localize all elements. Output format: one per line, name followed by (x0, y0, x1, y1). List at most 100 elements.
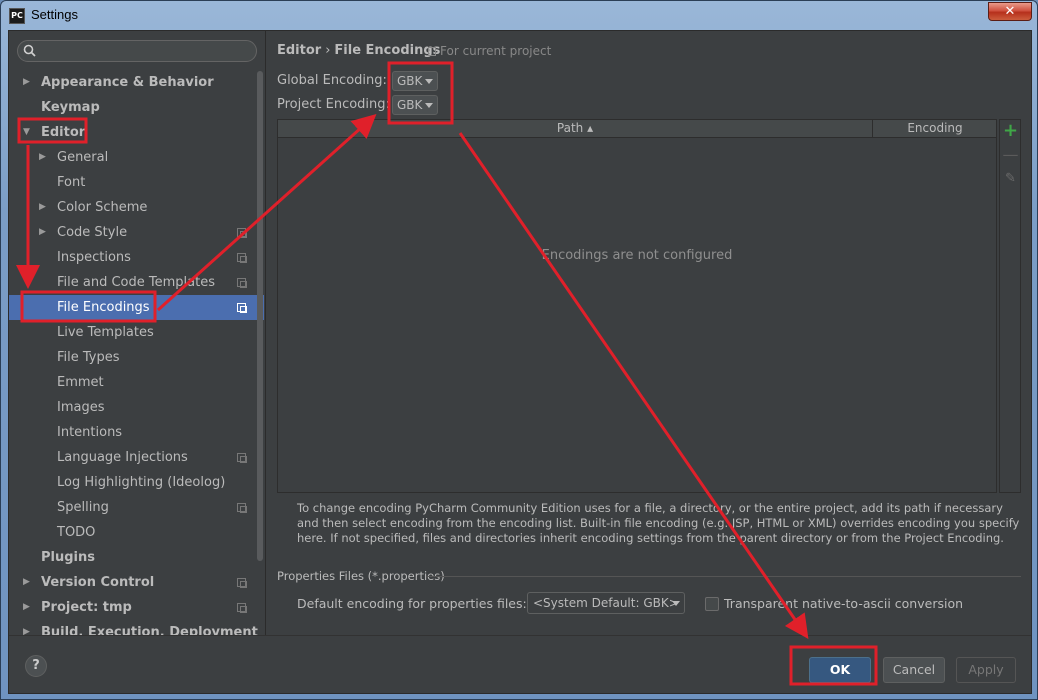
sidebar-item-label: Keymap (41, 100, 100, 115)
breadcrumb-separator: › (325, 43, 331, 58)
encoding-description: To change encoding PyCharm Community Edi… (297, 501, 1020, 545)
global-encoding-value: GBK (397, 74, 423, 88)
sidebar-item-label: Plugins (41, 550, 95, 565)
encodings-table[interactable]: Path ▴ Encoding Encodings are not config… (277, 119, 997, 493)
chevron-down-icon (672, 601, 680, 606)
apply-button[interactable]: Apply (956, 657, 1016, 683)
sidebar-item-label: Build, Execution, Deployment (41, 625, 258, 635)
collapsed-arrow-icon[interactable]: ▶ (23, 595, 33, 620)
sidebar-item-spelling[interactable]: Spelling (9, 495, 264, 520)
sidebar-item-label: Emmet (57, 375, 104, 390)
table-header: Path ▴ Encoding (278, 120, 996, 138)
close-button[interactable]: ✕ (988, 2, 1032, 21)
sidebar-item-label: File Types (57, 350, 120, 365)
sidebar-item-file-encodings[interactable]: File Encodings (9, 295, 264, 320)
sidebar-item-log-highlighting-ideolog[interactable]: Log Highlighting (Ideolog) (9, 470, 264, 495)
default-props-encoding-value: <System Default: GBK> (533, 596, 679, 610)
sidebar-item-label: File Encodings (57, 300, 150, 315)
sidebar-item-language-injections[interactable]: Language Injections (9, 445, 264, 470)
sidebar-item-label: Live Templates (57, 325, 154, 340)
sidebar-scrollbar[interactable] (257, 71, 263, 561)
sidebar-item-live-templates[interactable]: Live Templates (9, 320, 264, 345)
collapsed-arrow-icon[interactable]: ▶ (23, 570, 33, 595)
global-encoding-combo[interactable]: GBK (392, 71, 438, 91)
global-encoding-label: Global Encoding: (277, 73, 387, 88)
sidebar-item-label: Color Scheme (57, 200, 148, 215)
sidebar-item-file-and-code-templates[interactable]: File and Code Templates (9, 270, 264, 295)
column-header-encoding[interactable]: Encoding (874, 120, 996, 138)
project-encoding-combo[interactable]: GBK (392, 95, 438, 115)
sidebar-item-images[interactable]: Images (9, 395, 264, 420)
section-divider (426, 576, 1021, 577)
breadcrumb-current: File Encodings (334, 43, 441, 58)
sidebar-item-appearance-behavior[interactable]: ▶ Appearance & Behavior (9, 70, 264, 95)
project-encoding-label: Project Encoding: (277, 97, 390, 112)
sidebar-item-build-execution-deployment[interactable]: ▶ Build, Execution, Deployment (9, 620, 264, 635)
sidebar-item-label: Appearance & Behavior (41, 75, 214, 90)
sidebar-item-label: TODO (57, 525, 96, 540)
collapsed-arrow-icon[interactable]: ▶ (39, 220, 49, 245)
sidebar-item-label: Editor (41, 125, 86, 140)
sidebar-item-editor[interactable]: ▼ Editor (9, 120, 264, 145)
title-bar[interactable]: PC Settings ✕ (1, 1, 1037, 31)
native-to-ascii-checkbox[interactable] (705, 597, 719, 611)
sidebar-item-font[interactable]: Font (9, 170, 264, 195)
help-button[interactable]: ? (25, 655, 47, 677)
sidebar-item-label: Intentions (57, 425, 123, 440)
project-scope-icon (237, 228, 247, 238)
breadcrumb-parent: Editor (277, 43, 322, 58)
sidebar-item-intentions[interactable]: Intentions (9, 420, 264, 445)
column-header-path[interactable]: Path ▴ (278, 120, 873, 138)
native-to-ascii-label[interactable]: Transparent native-to-ascii conversion (724, 596, 963, 611)
sidebar-item-label: Inspections (57, 250, 131, 265)
collapsed-arrow-icon[interactable]: ▶ (39, 145, 49, 170)
sidebar-item-project-tmp[interactable]: ▶ Project: tmp (9, 595, 264, 620)
sidebar-item-version-control[interactable]: ▶ Version Control (9, 570, 264, 595)
project-scope-icon (237, 253, 247, 263)
sidebar-item-label: General (57, 150, 109, 165)
add-icon[interactable]: + (1002, 122, 1019, 140)
sidebar-item-todo[interactable]: TODO (9, 520, 264, 545)
default-props-encoding-combo[interactable]: <System Default: GBK> (527, 592, 685, 614)
table-toolbar: + — ✎ (999, 119, 1021, 493)
settings-window: PC Settings ✕ ▶ Appearance & Behavior Keym… (0, 0, 1038, 700)
settings-search[interactable] (17, 40, 257, 62)
sidebar-item-label: Font (57, 175, 86, 190)
sidebar-item-label: File and Code Templates (57, 275, 215, 290)
properties-section-title: Properties Files (*.properties) (277, 569, 445, 583)
sidebar-item-code-style[interactable]: ▶ Code Style (9, 220, 264, 245)
expanded-arrow-icon[interactable]: ▼ (23, 120, 33, 145)
pycharm-app-icon: PC (9, 8, 25, 24)
settings-sidebar: ▶ Appearance & Behavior Keymap ▼ Editor ▶ Gene… (9, 31, 264, 635)
sidebar-item-general[interactable]: ▶ General (9, 145, 264, 170)
for-current-project-note: For current project (428, 44, 551, 58)
sidebar-item-file-types[interactable]: File Types (9, 345, 264, 370)
search-input[interactable] (42, 43, 247, 59)
sidebar-item-emmet[interactable]: Emmet (9, 370, 264, 395)
default-props-encoding-label: Default encoding for properties files: (297, 596, 527, 611)
edit-icon[interactable]: ✎ (1002, 170, 1019, 187)
ok-button[interactable]: OK (809, 657, 871, 683)
file-encodings-panel: Editor › File Encodings For current projec… (265, 31, 1033, 635)
sidebar-item-label: Images (57, 400, 105, 415)
sidebar-item-label: Language Injections (57, 450, 188, 465)
chevron-down-icon (425, 79, 433, 84)
project-scope-icon (237, 453, 247, 463)
sidebar-item-label: Version Control (41, 575, 155, 590)
sidebar-item-label: Spelling (57, 500, 109, 515)
sidebar-item-label: Project: tmp (41, 600, 132, 615)
collapsed-arrow-icon[interactable]: ▶ (23, 620, 33, 635)
settings-client-area: ▶ Appearance & Behavior Keymap ▼ Editor ▶ Gene… (8, 30, 1032, 694)
project-scope-icon (237, 303, 247, 313)
sidebar-item-plugins[interactable]: Plugins (9, 545, 264, 570)
remove-icon[interactable]: — (1002, 146, 1019, 163)
sidebar-item-color-scheme[interactable]: ▶ Color Scheme (9, 195, 264, 220)
project-scope-icon (237, 278, 247, 288)
cancel-button[interactable]: Cancel (883, 657, 945, 683)
sidebar-item-keymap[interactable]: Keymap (9, 95, 264, 120)
collapsed-arrow-icon[interactable]: ▶ (23, 70, 33, 95)
sidebar-item-label: Code Style (57, 225, 128, 240)
collapsed-arrow-icon[interactable]: ▶ (39, 195, 49, 220)
project-scope-icon (237, 603, 247, 613)
sidebar-item-inspections[interactable]: Inspections (9, 245, 264, 270)
